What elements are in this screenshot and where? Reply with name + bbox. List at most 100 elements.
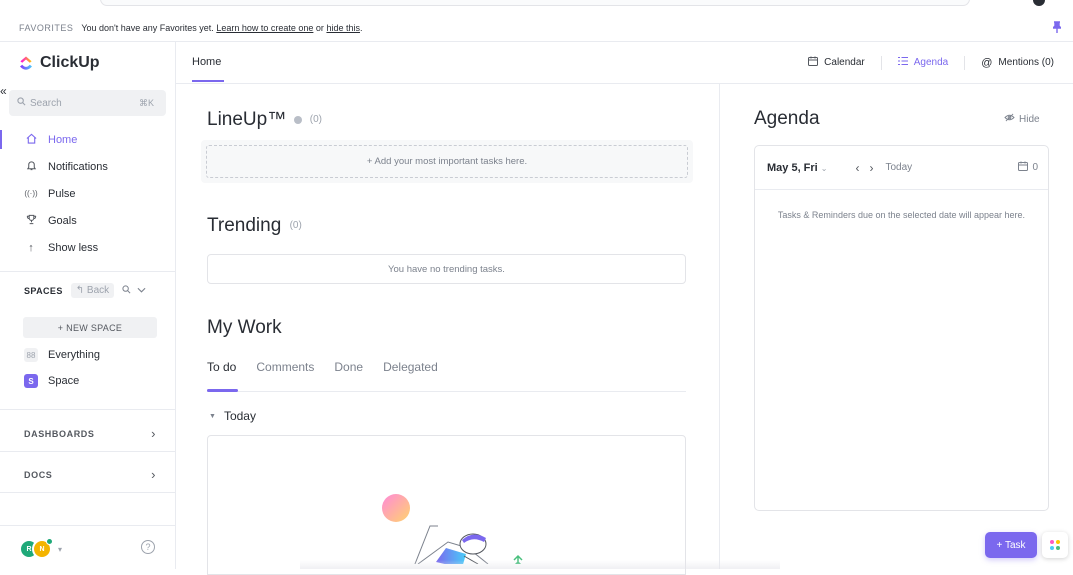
add-lineup-task-button[interactable]: + Add your most important tasks here. [206, 145, 688, 178]
eye-off-icon [1004, 113, 1015, 125]
online-status-icon [46, 538, 53, 545]
collapse-sidebar-icon[interactable]: « [0, 84, 7, 98]
trending-count: (0) [289, 220, 302, 232]
chevron-right-icon: › [151, 467, 156, 482]
favorites-period: . [359, 22, 363, 33]
chevron-down-icon[interactable] [137, 285, 146, 296]
sidebar-item-goals[interactable]: Goals [0, 207, 175, 234]
sidebar-item-label: Notifications [48, 160, 108, 173]
docs-label: DOCS [24, 469, 53, 480]
sidebar-nav: Home Notifications ((·)) Pulse Goals ↑ S… [0, 126, 175, 261]
chevron-down-icon: ▾ [58, 544, 63, 554]
my-work-title: My Work [207, 317, 282, 338]
new-space-button[interactable]: + NEW SPACE [23, 317, 157, 338]
home-icon [24, 133, 38, 147]
mentions-button[interactable]: @ Mentions (0) [973, 55, 1062, 71]
favorites-title: FAVORITES [19, 22, 74, 33]
tab-done[interactable]: Done [334, 360, 363, 392]
sidebar-item-home[interactable]: Home [0, 126, 175, 153]
logo[interactable]: ClickUp [0, 42, 175, 84]
profile-avatar-edge [1033, 0, 1045, 6]
space-item-space[interactable]: S Space [24, 371, 79, 391]
list-icon [897, 56, 908, 69]
agenda-empty-state: Tasks & Reminders due on the selected da… [777, 210, 1026, 220]
tab-comments[interactable]: Comments [256, 360, 314, 392]
hide-agenda-button[interactable]: Hide [1004, 113, 1040, 125]
favorites-message: You don't have any Favorites yet. Learn … [81, 23, 362, 33]
apps-grid-icon [1050, 540, 1060, 550]
space-item-everything[interactable]: 88 Everything [24, 345, 100, 365]
search-placeholder: Search [30, 97, 62, 109]
main-header: Home Calendar Agenda @ Mentions (0) [176, 42, 1073, 84]
favorites-empty-text: You don't have any Favorites yet. [81, 22, 214, 33]
sidebar-divider [0, 271, 175, 272]
pin-icon[interactable] [1053, 21, 1061, 33]
agenda-date-picker[interactable]: May 5, Fri ⌄ [767, 162, 827, 174]
lineup-dropzone: + Add your most important tasks here. [201, 140, 693, 183]
at-sign-icon: @ [981, 56, 993, 69]
relaxing-person-illustration [382, 494, 523, 564]
calendar-icon [808, 56, 819, 69]
browser-top-edge [0, 0, 1073, 10]
bell-icon [24, 160, 38, 174]
search-input[interactable]: Search ⌘K [9, 90, 166, 116]
calendar-count: 0 [1032, 162, 1038, 173]
header-links: Calendar Agenda @ Mentions (0) [800, 54, 1062, 71]
hide-label: Hide [1019, 113, 1040, 125]
sidebar-item-pulse[interactable]: ((·)) Pulse [0, 180, 175, 207]
calendar-button[interactable]: Calendar [800, 54, 873, 71]
user-menu[interactable]: R N ▾ [19, 538, 63, 559]
trending-heading: Trending [207, 215, 282, 236]
tab-home[interactable]: Home [192, 56, 225, 82]
calendar-count-button[interactable]: 0 [1018, 161, 1038, 174]
home-content: LineUp™ (0) + Add your most important ta… [176, 84, 720, 575]
agenda-card-header: May 5, Fri ⌄ ‹ › Today 0 [755, 146, 1048, 190]
hide-favorites-link[interactable]: hide this [326, 23, 360, 33]
today-group-toggle[interactable]: ▼ Today [209, 409, 256, 423]
sidebar: ClickUp « Search ⌘K Home Notifications (… [0, 42, 176, 569]
sidebar-item-label: Goals [48, 214, 77, 227]
sidebar-item-label: Show less [48, 241, 99, 254]
chevron-right-icon: › [151, 426, 156, 441]
sidebar-divider [0, 492, 175, 493]
today-group-label: Today [223, 409, 256, 423]
dashboards-section[interactable]: DASHBOARDS › [24, 426, 156, 441]
spaces-label: SPACES [24, 285, 63, 296]
add-task-button[interactable]: + Task [985, 532, 1037, 558]
next-day-icon[interactable]: › [869, 161, 873, 175]
sidebar-divider [0, 409, 175, 410]
tab-delegated[interactable]: Delegated [383, 360, 438, 392]
mentions-label: Mentions (0) [998, 57, 1054, 68]
search-shortcut: ⌘K [138, 97, 154, 108]
learn-favorites-link[interactable]: Learn how to create one [216, 23, 313, 33]
search-spaces-icon[interactable] [122, 284, 131, 297]
lineup-count: (0) [309, 114, 323, 126]
help-icon[interactable]: ? [141, 540, 155, 554]
today-button[interactable]: Today [885, 162, 912, 173]
trending-title: Trending (0) [207, 215, 302, 237]
lineup-title: LineUp™ (0) [207, 109, 322, 131]
clickup-logo-icon [20, 56, 32, 70]
today-task-list [207, 435, 686, 575]
apps-button[interactable] [1042, 532, 1068, 558]
back-button[interactable]: ↰ Back [70, 283, 115, 298]
favorites-or-text: or [315, 22, 324, 33]
agenda-title: Agenda [754, 108, 820, 129]
tab-to-do[interactable]: To do [207, 360, 239, 392]
trending-empty-state: You have no trending tasks. [207, 254, 686, 284]
sidebar-divider [0, 525, 175, 526]
header-separator [964, 55, 966, 70]
agenda-button[interactable]: Agenda [890, 54, 956, 71]
space-item-label: Everything [48, 349, 100, 361]
sidebar-item-notifications[interactable]: Notifications [0, 153, 175, 180]
agenda-card: May 5, Fri ⌄ ‹ › Today 0 Tasks & Reminder… [754, 145, 1049, 511]
avatar-initial: N [39, 545, 45, 553]
info-icon[interactable] [293, 115, 302, 124]
agenda-date-label: May 5, Fri [767, 161, 818, 174]
sidebar-item-show-less[interactable]: ↑ Show less [0, 234, 175, 261]
everything-icon: 88 [24, 348, 38, 362]
previous-day-icon[interactable]: ‹ [855, 161, 859, 175]
space-item-label: Space [48, 375, 80, 387]
calendar-label: Calendar [824, 57, 865, 68]
docs-section[interactable]: DOCS › [24, 467, 156, 482]
